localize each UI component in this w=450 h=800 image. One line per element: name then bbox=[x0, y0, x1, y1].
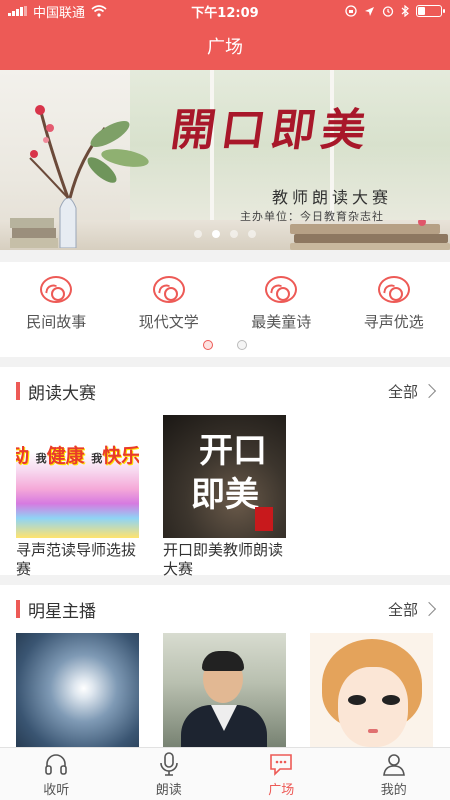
banner-subtitle: 教师朗读大赛 bbox=[272, 188, 393, 207]
contest-section: 朗读大赛 全部 动 我健康 我快乐 寻声范读导师选拔赛 开口 即美 开口即美教师… bbox=[0, 367, 450, 578]
drawing-mouth bbox=[368, 729, 378, 733]
contest-card-caption: 寻声范读导师选拔赛 bbox=[16, 541, 137, 578]
carrier-label: 中国联通 bbox=[33, 5, 86, 21]
anchor-card[interactable] bbox=[310, 633, 433, 756]
anchor-card[interactable] bbox=[16, 633, 139, 756]
headphones-icon bbox=[45, 753, 68, 775]
signal-icon bbox=[8, 6, 27, 16]
disc-icon bbox=[265, 276, 298, 303]
banner-dot-active[interactable] bbox=[212, 230, 220, 238]
disc-icon bbox=[40, 276, 73, 303]
bluetooth-icon bbox=[401, 5, 409, 17]
category-modern-literature[interactable]: 现代文学 bbox=[113, 262, 226, 332]
category-label: 寻声优选 bbox=[363, 313, 424, 331]
chat-bubble-icon bbox=[270, 753, 293, 776]
banner-pagination bbox=[0, 230, 450, 238]
drawing-eye bbox=[348, 695, 366, 705]
anchor-avatar-sky bbox=[16, 633, 139, 756]
status-right bbox=[292, 5, 445, 17]
category-label: 民间故事 bbox=[26, 313, 87, 331]
anchor-card[interactable] bbox=[163, 633, 286, 756]
banner-host: 主办单位：今日教育杂志社 bbox=[240, 210, 384, 223]
tab-mine[interactable]: 我的 bbox=[338, 748, 450, 800]
wifi-icon bbox=[91, 5, 107, 17]
tab-square[interactable]: 广场 bbox=[225, 748, 338, 800]
tab-label: 我的 bbox=[380, 782, 407, 798]
red-seal bbox=[255, 507, 273, 531]
status-left: 中国联通 bbox=[8, 2, 158, 21]
category-label: 现代文学 bbox=[138, 313, 199, 331]
contest-card-image: 开口 即美 bbox=[163, 415, 286, 538]
category-label: 最美童诗 bbox=[251, 313, 312, 331]
contest-card-image-text: 开口 bbox=[199, 431, 267, 471]
contest-card-image-text: 即美 bbox=[191, 475, 259, 515]
drawing-eye bbox=[382, 695, 400, 705]
chevron-right-icon[interactable] bbox=[421, 601, 437, 617]
contest-section-header: 朗读大赛 全部 bbox=[0, 367, 450, 415]
bottom-tab-bar: 收听 朗读 广场 我的 bbox=[0, 747, 450, 800]
drawing-face bbox=[338, 667, 408, 747]
tab-label: 朗读 bbox=[155, 782, 182, 798]
microphone-icon bbox=[159, 751, 178, 776]
banner-dot[interactable] bbox=[194, 230, 202, 238]
section-accent-bar bbox=[16, 382, 20, 400]
figure-hair bbox=[202, 651, 244, 671]
banner-title: 開口即美 bbox=[167, 105, 375, 156]
anchor-avatar-boy bbox=[163, 633, 286, 756]
flower-vase-illustration bbox=[10, 105, 149, 248]
page-title: 广场 bbox=[207, 37, 243, 58]
contest-card-caption: 开口即美教师朗读大赛 bbox=[163, 541, 284, 578]
section-title: 朗读大赛 bbox=[28, 383, 96, 404]
chevron-right-icon[interactable] bbox=[421, 383, 437, 399]
category-grid: 民间故事 现代文学 最美童诗 寻声优选 bbox=[0, 262, 450, 357]
view-all-link[interactable]: 全部 bbox=[388, 381, 418, 402]
anchor-avatar-drawing bbox=[310, 633, 433, 756]
category-children-poems[interactable]: 最美童诗 bbox=[225, 262, 338, 332]
clock: 下午12:09 bbox=[191, 5, 259, 21]
status-bar: 中国联通 下午12:09 bbox=[0, 0, 450, 22]
tab-listen[interactable]: 收听 bbox=[0, 748, 113, 800]
tab-read[interactable]: 朗读 bbox=[113, 748, 226, 800]
section-accent-bar bbox=[16, 600, 20, 618]
disc-icon bbox=[152, 276, 185, 303]
rotation-lock-icon bbox=[345, 5, 357, 17]
category-pagination bbox=[0, 340, 450, 350]
contest-card[interactable]: 开口 即美 开口即美教师朗读大赛 bbox=[163, 415, 286, 579]
star-section: 明星主播 全部 bbox=[0, 585, 450, 756]
category-voice-picks[interactable]: 寻声优选 bbox=[338, 262, 450, 332]
banner-carousel[interactable]: 開口即美 教师朗读大赛 主办单位：今日教育杂志社 bbox=[0, 70, 450, 250]
banner-dot[interactable] bbox=[230, 230, 238, 238]
banner-dot[interactable] bbox=[248, 230, 256, 238]
contest-card-image: 动 我健康 我快乐 bbox=[16, 415, 139, 538]
contest-card[interactable]: 动 我健康 我快乐 寻声范读导师选拔赛 bbox=[16, 415, 139, 579]
user-icon bbox=[382, 753, 405, 776]
top-navbar: 广场 bbox=[0, 22, 450, 70]
category-page-dot[interactable] bbox=[237, 340, 247, 350]
battery-icon bbox=[416, 5, 445, 17]
category-page-dot-active[interactable] bbox=[203, 340, 213, 350]
disc-icon bbox=[377, 276, 410, 303]
tab-label: 收听 bbox=[43, 782, 70, 798]
location-icon bbox=[365, 6, 374, 16]
star-section-header: 明星主播 全部 bbox=[0, 585, 450, 633]
tab-label: 广场 bbox=[268, 782, 295, 798]
view-all-link[interactable]: 全部 bbox=[388, 599, 418, 620]
contest-card-image-text: 动 我健康 我快乐 bbox=[16, 445, 139, 467]
alarm-icon bbox=[382, 6, 394, 17]
section-title: 明星主播 bbox=[28, 601, 96, 622]
category-folk-stories[interactable]: 民间故事 bbox=[0, 262, 113, 332]
